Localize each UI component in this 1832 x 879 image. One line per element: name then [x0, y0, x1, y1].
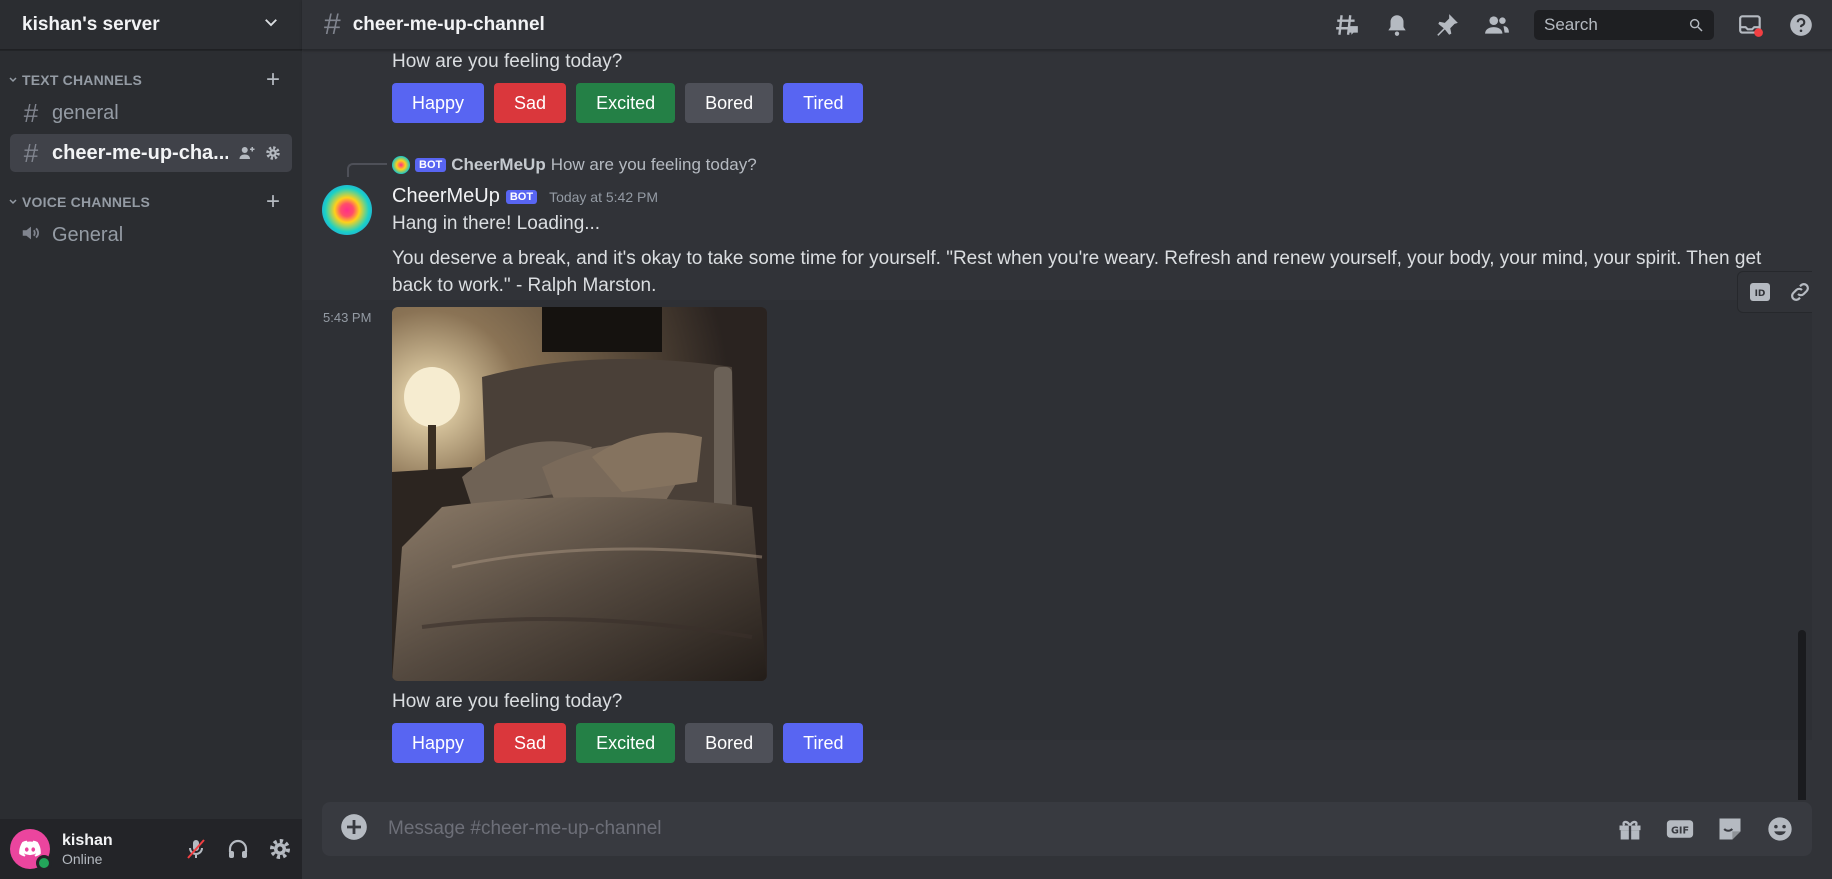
message-list[interactable]: How are you feeling today? Happy Sad Exc…	[302, 50, 1812, 800]
sidebar-item-cheer-me-up-channel[interactable]: # cheer-me-up-cha...	[10, 134, 292, 172]
copy-id-icon[interactable]: ID	[1748, 280, 1772, 304]
user-panel: kishan Online	[0, 819, 302, 879]
channel-header: # cheer-me-up-channel Search	[302, 0, 1832, 50]
message-actions-toolbar: ID	[1737, 271, 1812, 313]
happy-button[interactable]: Happy	[392, 723, 485, 763]
bot-tag: BOT	[415, 158, 447, 172]
member-list-icon[interactable]	[1484, 12, 1510, 38]
sad-button[interactable]: Sad	[494, 723, 567, 763]
emoji-icon[interactable]	[1766, 815, 1794, 843]
sad-button[interactable]: Sad	[494, 83, 567, 123]
hash-icon: #	[23, 137, 39, 168]
channel-name: General	[52, 223, 124, 246]
add-channel-icon[interactable]: +	[266, 68, 280, 92]
sidebar: kishan's server TEXT CHANNELS + # genera…	[0, 0, 302, 879]
notification-bell-icon[interactable]	[1384, 12, 1410, 38]
search-placeholder: Search	[1544, 14, 1598, 34]
help-icon[interactable]	[1788, 12, 1814, 38]
category-label: VOICE CHANNELS	[22, 194, 151, 210]
reply-avatar	[392, 156, 410, 174]
server-header[interactable]: kishan's server	[0, 0, 302, 50]
happy-button[interactable]: Happy	[392, 83, 485, 123]
online-status-icon	[36, 855, 52, 871]
user-status: Online	[62, 850, 103, 867]
mood-button-row: Happy Sad Excited Bored Tired	[392, 723, 864, 763]
category-text-channels[interactable]: TEXT CHANNELS +	[0, 68, 302, 92]
timestamp: Today at 5:42 PM	[549, 188, 659, 205]
message-input[interactable]	[388, 818, 1616, 840]
chevron-down-icon	[9, 199, 17, 205]
avatar[interactable]	[10, 829, 52, 871]
upload-plus-icon[interactable]	[340, 813, 368, 846]
add-channel-icon[interactable]: +	[266, 190, 280, 214]
server-name: kishan's server	[22, 13, 160, 35]
pin-icon[interactable]	[1434, 12, 1460, 38]
bedroom-image[interactable]	[392, 307, 767, 681]
reply-reference[interactable]: BOT CheerMeUp How are you feeling today?	[392, 155, 757, 175]
tired-button[interactable]: Tired	[783, 723, 864, 763]
hash-icon: #	[23, 97, 39, 128]
reply-text: How are you feeling today?	[550, 155, 757, 174]
chevron-down-icon	[9, 77, 17, 83]
gif-icon[interactable]: GIF	[1666, 815, 1694, 843]
gear-icon[interactable]	[264, 144, 282, 162]
chevron-down-icon[interactable]	[262, 13, 280, 36]
hash-icon: #	[324, 7, 341, 41]
bored-button[interactable]: Bored	[685, 83, 774, 123]
sticker-icon[interactable]	[1716, 815, 1744, 843]
speaker-icon	[20, 222, 42, 249]
sidebar-item-general[interactable]: # general	[10, 94, 292, 132]
invite-user-icon[interactable]	[238, 144, 256, 162]
channel-name: cheer-me-up-cha...	[52, 141, 228, 164]
search-icon	[1689, 18, 1703, 32]
bored-button[interactable]: Bored	[685, 723, 774, 763]
headphones-icon[interactable]	[226, 837, 250, 861]
scrollbar-thumb[interactable]	[1798, 630, 1806, 800]
timestamp: 5:43 PM	[323, 310, 372, 325]
category-voice-channels[interactable]: VOICE CHANNELS +	[0, 190, 302, 214]
avatar[interactable]	[322, 185, 372, 235]
excited-button[interactable]: Excited	[576, 83, 676, 123]
svg-text:ID: ID	[1755, 289, 1766, 299]
message-text: How are you feeling today?	[392, 691, 623, 712]
message-text: Hang in there! Loading...	[392, 213, 601, 234]
tired-button[interactable]: Tired	[783, 83, 864, 123]
message-text: How are you feeling today?	[392, 51, 623, 72]
message-composer: GIF	[322, 802, 1812, 856]
bot-tag: BOT	[505, 189, 538, 204]
username: kishan	[62, 831, 113, 849]
message-text: You deserve a break, and it's okay to ta…	[392, 248, 1762, 296]
channel-name: general	[52, 101, 119, 124]
user-settings-gear-icon[interactable]	[268, 837, 292, 861]
inbox-icon[interactable]	[1738, 12, 1764, 38]
search-input[interactable]: Search	[1534, 9, 1714, 40]
threads-icon[interactable]	[1334, 12, 1360, 38]
author-name[interactable]: CheerMeUp	[392, 185, 500, 208]
svg-text:GIF: GIF	[1671, 825, 1689, 836]
message-header: CheerMeUp BOT Today at 5:42 PM	[392, 185, 658, 208]
mood-button-row: Happy Sad Excited Bored Tired	[392, 83, 864, 123]
gift-icon[interactable]	[1616, 815, 1644, 843]
mute-microphone-icon[interactable]	[184, 837, 208, 861]
category-label: TEXT CHANNELS	[22, 72, 143, 88]
reply-connector	[347, 163, 387, 177]
reply-author[interactable]: CheerMeUp	[451, 155, 545, 175]
excited-button[interactable]: Excited	[576, 723, 676, 763]
channel-title: cheer-me-up-channel	[352, 13, 545, 35]
copy-link-icon[interactable]	[1788, 280, 1812, 304]
sidebar-item-voice-general[interactable]: General	[10, 216, 292, 254]
